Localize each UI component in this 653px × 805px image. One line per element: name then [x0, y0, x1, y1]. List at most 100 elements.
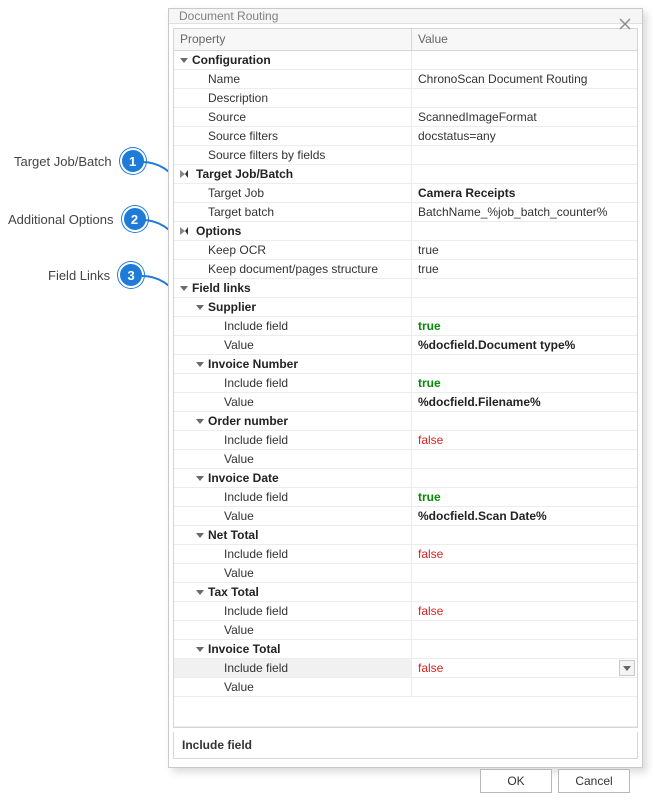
group-target-job-batch[interactable]: Target Job/Batch — [174, 165, 637, 184]
tax-total-include-value: false — [418, 604, 443, 618]
invoice-date-label: Invoice Date — [208, 471, 279, 485]
row-name-label: Name — [208, 72, 240, 86]
row-keep-ocr-value: true — [418, 243, 439, 257]
order-number-value-label: Value — [224, 452, 254, 466]
invoice-number-label: Invoice Number — [208, 357, 298, 371]
row-invoice-date-include[interactable]: Include field true — [174, 488, 637, 507]
subgroup-invoice-number[interactable]: Invoice Number — [174, 355, 637, 374]
row-source[interactable]: Source ScannedImageFormat — [174, 108, 637, 127]
row-invoice-total-include[interactable]: Include field false — [174, 659, 637, 678]
chevron-down-icon — [180, 58, 188, 63]
row-source-filters-label: Source filters — [208, 129, 278, 143]
cancel-button[interactable]: Cancel — [558, 769, 630, 793]
invoice-date-include-value: true — [418, 490, 441, 504]
row-keep-ocr[interactable]: Keep OCR true — [174, 241, 637, 260]
subgroup-order-number[interactable]: Order number — [174, 412, 637, 431]
property-grid: Property Value Configuration Name Chrono… — [173, 28, 638, 728]
row-invoice-number-value[interactable]: Value %docfield.Filename% — [174, 393, 637, 412]
net-total-value-label: Value — [224, 566, 254, 580]
order-number-include-value: false — [418, 433, 443, 447]
invoice-total-include-label: Include field — [224, 661, 288, 675]
row-invoice-number-include[interactable]: Include field true — [174, 374, 637, 393]
row-order-number-value[interactable]: Value — [174, 450, 637, 469]
row-name-value: ChronoScan Document Routing — [418, 72, 587, 86]
row-description[interactable]: Description — [174, 89, 637, 108]
row-target-batch-value: BatchName_%job_batch_counter% — [418, 205, 607, 219]
invoice-date-include-label: Include field — [224, 490, 288, 504]
cancel-button-label: Cancel — [575, 774, 612, 788]
supplier-value-value: %docfield.Document type% — [418, 338, 575, 352]
row-target-job[interactable]: Target Job Camera Receipts — [174, 184, 637, 203]
callout-2: Additional Options 2 — [8, 206, 148, 232]
invoice-number-include-value: true — [418, 376, 441, 390]
group-configuration[interactable]: Configuration — [174, 51, 637, 70]
close-icon[interactable] — [616, 15, 634, 33]
row-target-batch[interactable]: Target batch BatchName_%job_batch_counte… — [174, 203, 637, 222]
order-number-include-label: Include field — [224, 433, 288, 447]
row-keep-structure[interactable]: Keep document/pages structure true — [174, 260, 637, 279]
chevron-down-icon — [196, 362, 204, 367]
group-configuration-label: Configuration — [192, 53, 271, 67]
row-target-batch-label: Target batch — [208, 205, 274, 219]
row-supplier-include[interactable]: Include field true — [174, 317, 637, 336]
callout-1-num: 1 — [120, 148, 146, 174]
row-supplier-value[interactable]: Value %docfield.Document type% — [174, 336, 637, 355]
net-total-include-value: false — [418, 547, 443, 561]
column-value[interactable]: Value — [412, 29, 637, 50]
description-title: Include field — [182, 738, 252, 752]
row-source-filters[interactable]: Source filters docstatus=any — [174, 127, 637, 146]
subgroup-net-total[interactable]: Net Total — [174, 526, 637, 545]
row-target-job-label: Target Job — [208, 186, 264, 200]
row-source-filters-value: docstatus=any — [418, 129, 496, 143]
subgroup-tax-total[interactable]: Tax Total — [174, 583, 637, 602]
row-source-value: ScannedImageFormat — [418, 110, 537, 124]
row-net-total-value[interactable]: Value — [174, 564, 637, 583]
ok-button-label: OK — [507, 774, 524, 788]
invoice-total-include-value: false — [418, 661, 443, 675]
row-target-job-value: Camera Receipts — [418, 186, 515, 200]
column-property[interactable]: Property — [174, 29, 412, 50]
supplier-include-value: true — [418, 319, 441, 333]
callout-2-num: 2 — [122, 206, 148, 232]
tax-total-value-label: Value — [224, 623, 254, 637]
subgroup-supplier[interactable]: Supplier — [174, 298, 637, 317]
callout-3-num: 3 — [118, 262, 144, 288]
description-panel: Include field — [173, 732, 638, 759]
chevron-down-icon — [196, 590, 204, 595]
row-tax-total-include[interactable]: Include field false — [174, 602, 637, 621]
subgroup-invoice-total[interactable]: Invoice Total — [174, 640, 637, 659]
group-field-links[interactable]: Field links — [174, 279, 637, 298]
row-net-total-include[interactable]: Include field false — [174, 545, 637, 564]
chevron-down-icon — [196, 533, 204, 538]
callout-3: Field Links 3 — [48, 262, 144, 288]
chevron-down-icon — [196, 419, 204, 424]
row-name[interactable]: Name ChronoScan Document Routing — [174, 70, 637, 89]
group-target-label: Target Job/Batch — [196, 167, 293, 181]
chevron-down-icon — [196, 305, 204, 310]
order-number-label: Order number — [208, 414, 288, 428]
callout-1: Target Job/Batch 1 — [14, 148, 146, 174]
supplier-value-label: Value — [224, 338, 254, 352]
subgroup-invoice-date[interactable]: Invoice Date — [174, 469, 637, 488]
row-tax-total-value[interactable]: Value — [174, 621, 637, 640]
document-routing-dialog: Document Routing Property Value Configur… — [168, 8, 643, 768]
row-source-filters-fields-label: Source filters by fields — [208, 148, 325, 162]
chevron-down-icon — [196, 476, 204, 481]
group-options[interactable]: Options — [174, 222, 637, 241]
row-keep-ocr-label: Keep OCR — [208, 243, 266, 257]
callout-2-label: Additional Options — [8, 212, 114, 227]
row-invoice-total-value[interactable]: Value — [174, 678, 637, 697]
dropdown-button[interactable] — [619, 660, 635, 676]
tax-total-include-label: Include field — [224, 604, 288, 618]
group-options-label: Options — [196, 224, 241, 238]
row-description-label: Description — [208, 91, 268, 105]
titlebar[interactable]: Document Routing — [169, 9, 642, 24]
invoice-number-value-label: Value — [224, 395, 254, 409]
net-total-include-label: Include field — [224, 547, 288, 561]
ok-button[interactable]: OK — [480, 769, 552, 793]
row-order-number-include[interactable]: Include field false — [174, 431, 637, 450]
invoice-number-include-label: Include field — [224, 376, 288, 390]
row-source-filters-fields[interactable]: Source filters by fields — [174, 146, 637, 165]
row-invoice-date-value[interactable]: Value %docfield.Scan Date% — [174, 507, 637, 526]
grid-header: Property Value — [174, 29, 637, 51]
